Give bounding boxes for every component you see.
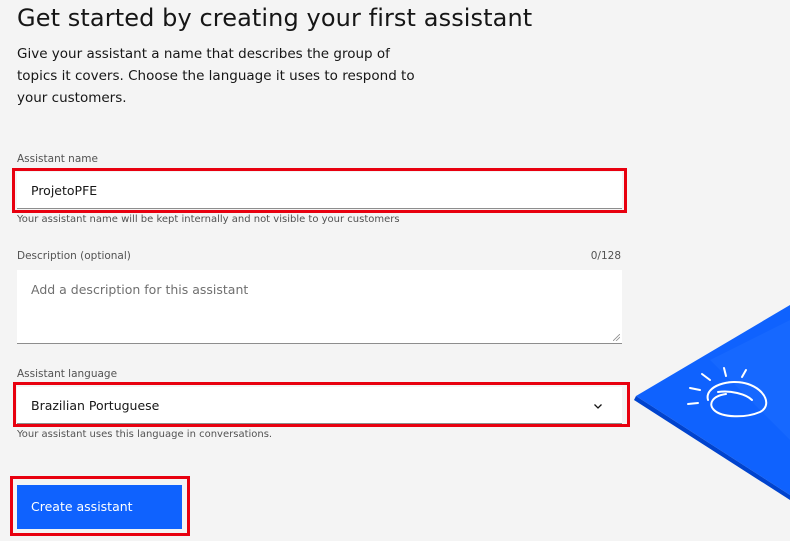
assistant-language-helper: Your assistant uses this language in con… — [17, 429, 273, 440]
page-description: Give your assistant a name that describe… — [17, 46, 415, 106]
watson-planet-illustration — [634, 305, 790, 500]
assistant-name-value: ProjetoPFE — [31, 183, 98, 198]
description-char-counter: 0/128 — [590, 250, 621, 262]
assistant-language-select[interactable]: Brazilian Portuguese — [17, 387, 622, 424]
assistant-name-label: Assistant name — [17, 153, 98, 165]
assistant-language-value: Brazilian Portuguese — [31, 398, 160, 413]
description-placeholder: Add a description for this assistant — [31, 282, 249, 297]
create-assistant-button[interactable]: Create assistant — [17, 485, 182, 529]
resize-grip-icon[interactable] — [613, 334, 620, 341]
assistant-language-label: Assistant language — [17, 368, 118, 380]
description-textarea[interactable]: Add a description for this assistant — [17, 270, 622, 344]
assistant-name-input[interactable]: ProjetoPFE — [17, 172, 622, 209]
chevron-down-icon — [594, 404, 602, 409]
description-label: Description (optional) — [17, 250, 131, 262]
assistant-name-helper: Your assistant name will be kept interna… — [17, 214, 400, 225]
create-assistant-page: Get started by creating your first assis… — [0, 0, 790, 541]
page-title: Get started by creating your first assis… — [17, 4, 533, 32]
